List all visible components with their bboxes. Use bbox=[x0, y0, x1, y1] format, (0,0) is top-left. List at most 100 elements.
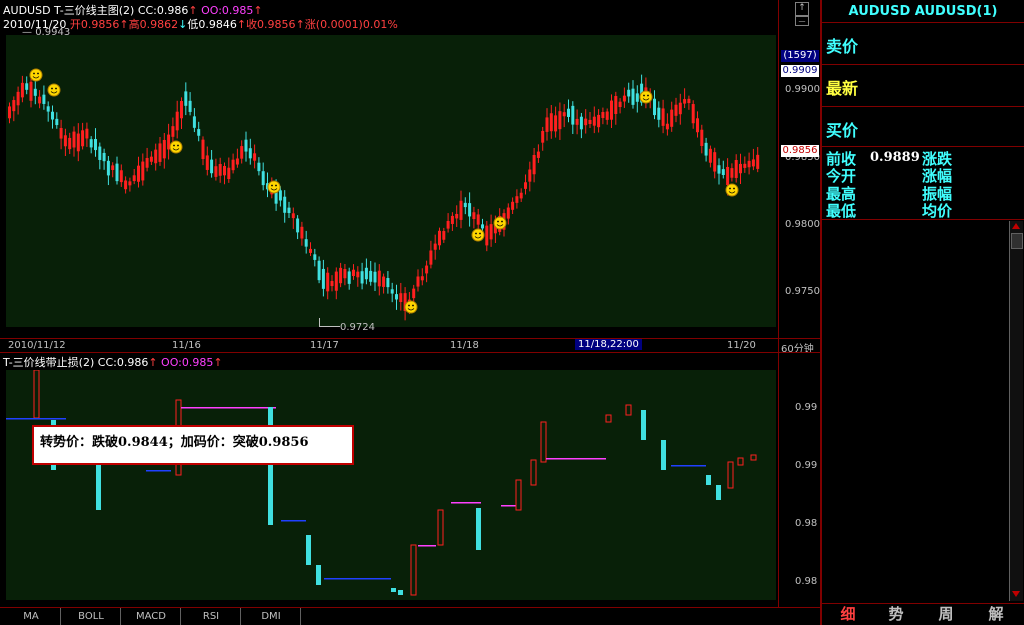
candle bbox=[756, 147, 760, 173]
candle bbox=[567, 99, 570, 123]
candle bbox=[661, 99, 665, 134]
candle bbox=[713, 147, 717, 179]
candle bbox=[700, 124, 704, 154]
candle bbox=[627, 82, 631, 103]
stoploss-step bbox=[324, 578, 391, 580]
candle bbox=[395, 284, 398, 310]
smiley-marker-icon bbox=[267, 180, 281, 194]
candle bbox=[382, 273, 386, 294]
candle bbox=[59, 119, 63, 150]
candle bbox=[201, 136, 205, 166]
candle bbox=[610, 94, 613, 128]
stoploss-step bbox=[391, 588, 396, 592]
candle bbox=[549, 104, 553, 139]
candle bbox=[115, 156, 119, 185]
x-label-5: 11/20 bbox=[727, 340, 756, 351]
candle bbox=[450, 212, 454, 231]
candle bbox=[210, 149, 214, 178]
candle bbox=[106, 155, 110, 186]
candle bbox=[739, 153, 742, 184]
tab-macd[interactable]: MACD bbox=[122, 608, 181, 625]
candle bbox=[528, 161, 532, 192]
stoploss-step bbox=[641, 410, 646, 440]
up-arrow-icon: ↑ bbox=[236, 18, 247, 31]
candle bbox=[304, 230, 308, 254]
candle bbox=[339, 262, 343, 288]
candle bbox=[575, 109, 579, 135]
candle bbox=[197, 121, 201, 142]
smiley-marker-icon bbox=[169, 140, 183, 154]
candle bbox=[51, 105, 54, 129]
smiley-marker-icon bbox=[725, 183, 739, 197]
candle bbox=[42, 85, 46, 110]
scroll-down-icon[interactable] bbox=[1012, 591, 1020, 597]
sub-y-tick-3: 0.98 bbox=[795, 576, 818, 587]
stoploss-step bbox=[281, 520, 306, 522]
candle bbox=[455, 205, 459, 227]
tab-ma[interactable]: MA bbox=[2, 608, 61, 625]
scroll-up-icon[interactable] bbox=[1012, 223, 1020, 229]
minimize-icon[interactable]: — bbox=[795, 16, 809, 26]
sell-price-label: 卖价 bbox=[826, 37, 859, 56]
info-open: 开0.9856 bbox=[69, 18, 120, 31]
divider bbox=[822, 146, 1024, 147]
candle bbox=[420, 268, 424, 286]
candle bbox=[124, 176, 128, 194]
stoploss-step bbox=[437, 509, 444, 546]
up-arrow-icon: ↑ bbox=[295, 18, 305, 31]
candle bbox=[622, 87, 626, 108]
candle bbox=[506, 203, 510, 225]
candle bbox=[119, 164, 123, 187]
tab-boll[interactable]: BOLL bbox=[62, 608, 121, 625]
candle bbox=[519, 188, 523, 202]
candle bbox=[223, 162, 226, 185]
divider bbox=[822, 64, 1024, 65]
stoploss-step bbox=[476, 508, 481, 550]
buy-price-label: 买价 bbox=[826, 121, 859, 140]
down-arrow-icon: ↓ bbox=[178, 18, 188, 31]
candle bbox=[369, 260, 373, 286]
stoploss-step bbox=[750, 454, 757, 461]
tab-dmi[interactable]: DMI bbox=[242, 608, 301, 625]
info-close: 收0.9856 bbox=[246, 18, 296, 31]
top-value-label: — 0.9943 bbox=[22, 27, 71, 38]
candle bbox=[545, 108, 549, 141]
tab-week[interactable]: 周 bbox=[922, 604, 970, 625]
candle bbox=[29, 77, 33, 108]
main-price-plot[interactable] bbox=[6, 35, 776, 327]
candle bbox=[89, 136, 93, 154]
right-scrollbar[interactable] bbox=[1009, 221, 1023, 601]
candle bbox=[665, 113, 669, 136]
candle bbox=[433, 234, 437, 260]
candle bbox=[635, 85, 639, 113]
stoploss-step bbox=[716, 485, 721, 500]
tab-trend[interactable]: 势 bbox=[872, 604, 920, 625]
arrow-up-icon[interactable]: ↑ bbox=[795, 2, 809, 16]
tab-rsi[interactable]: RSI bbox=[182, 608, 241, 625]
tab-explain[interactable]: 解 bbox=[972, 604, 1020, 625]
candle bbox=[214, 158, 218, 181]
scroll-thumb[interactable] bbox=[1011, 233, 1023, 249]
candle bbox=[309, 242, 312, 256]
candle bbox=[463, 197, 467, 215]
tab-detail[interactable]: 细 bbox=[824, 604, 872, 625]
info-low: 低0.9846 bbox=[187, 18, 237, 31]
candle bbox=[592, 106, 596, 134]
candle bbox=[373, 262, 377, 291]
stoploss-step bbox=[546, 458, 606, 460]
candle bbox=[674, 97, 678, 123]
candle bbox=[416, 269, 420, 292]
candle bbox=[253, 144, 257, 169]
candle bbox=[188, 92, 192, 116]
smiley-marker-icon bbox=[29, 68, 43, 82]
candle bbox=[683, 88, 687, 109]
panel-divider bbox=[0, 352, 820, 353]
candle bbox=[38, 90, 42, 109]
low-pointer bbox=[319, 318, 340, 327]
stoploss-step bbox=[530, 459, 537, 486]
candle bbox=[141, 153, 145, 186]
stoploss-plot[interactable] bbox=[6, 370, 776, 600]
candle bbox=[446, 213, 450, 233]
stoploss-step bbox=[671, 465, 706, 467]
stoploss-step bbox=[501, 505, 516, 507]
